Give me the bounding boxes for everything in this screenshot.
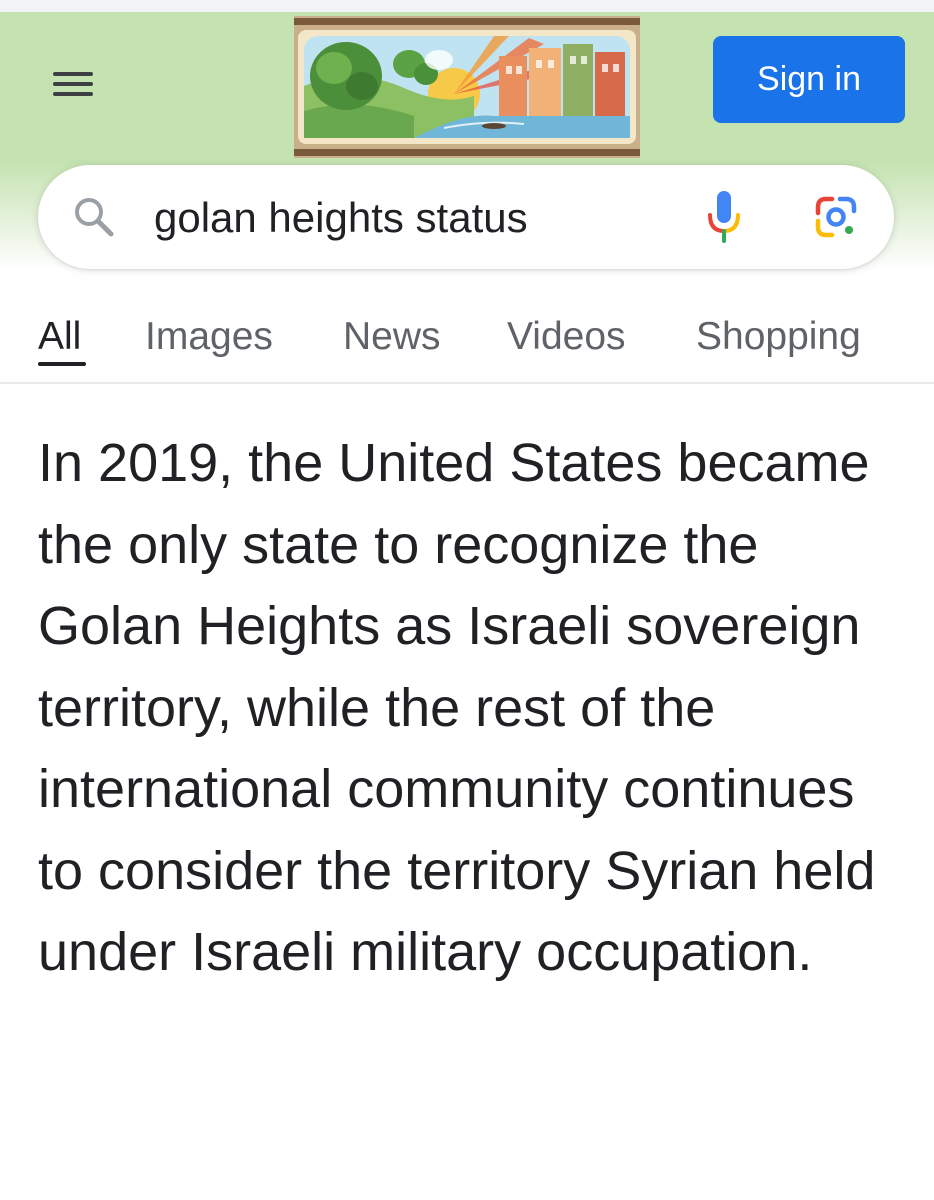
- search-icon: [75, 198, 114, 237]
- hamburger-menu-icon[interactable]: [40, 58, 104, 110]
- tab-news[interactable]: News: [343, 310, 441, 364]
- google-search-page: Sign in golan heights status All Images …: [0, 0, 934, 1200]
- search-input[interactable]: golan heights status: [154, 193, 528, 243]
- tab-videos[interactable]: Videos: [507, 310, 626, 364]
- doodle-illustration: [294, 16, 640, 158]
- tab-images[interactable]: Images: [145, 310, 273, 364]
- tab-shopping[interactable]: Shopping: [696, 310, 861, 364]
- google-lens-icon[interactable]: [812, 193, 860, 241]
- status-strip: [0, 0, 934, 12]
- menu-bar: [53, 72, 93, 76]
- google-doodle[interactable]: [294, 16, 640, 158]
- menu-bar: [53, 82, 93, 86]
- menu-bar: [53, 92, 93, 96]
- search-bar[interactable]: golan heights status: [38, 165, 894, 269]
- microphone-icon[interactable]: [702, 187, 746, 247]
- tab-all[interactable]: All: [38, 310, 81, 364]
- featured-answer-text: In 2019, the United States became the on…: [38, 433, 876, 982]
- sign-in-button[interactable]: Sign in: [713, 36, 905, 123]
- active-tab-indicator: [38, 362, 86, 366]
- search-tabs: All Images News Videos Shopping: [0, 300, 934, 384]
